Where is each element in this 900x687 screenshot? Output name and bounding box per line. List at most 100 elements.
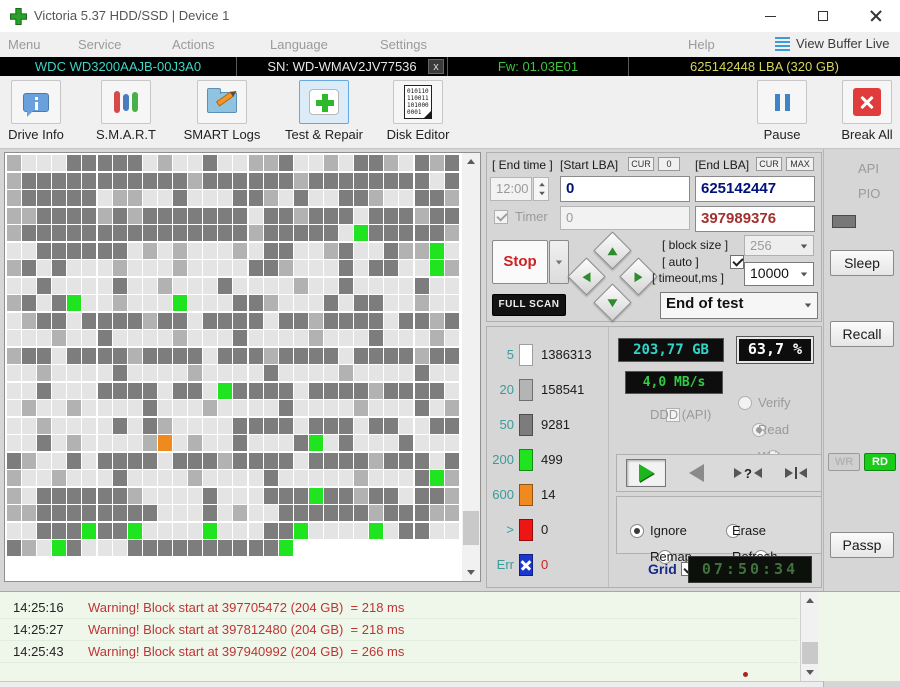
map-cell (263, 295, 278, 311)
timer-label: Timer (515, 209, 548, 224)
block-size-value: 256 (750, 238, 772, 253)
map-cell (339, 522, 354, 539)
passp-button[interactable]: Passp (830, 532, 894, 558)
scan-backward-button[interactable] (676, 459, 716, 487)
map-cell (218, 382, 233, 399)
menu-menu[interactable]: Menu (8, 37, 41, 52)
end-lba-max-button[interactable]: MAX (786, 157, 814, 171)
map-scrollbar[interactable] (462, 153, 480, 581)
seek-down-button[interactable] (593, 283, 632, 322)
map-cell (339, 242, 354, 259)
map-cell (7, 435, 21, 451)
map-cell (369, 295, 384, 311)
menu-settings[interactable]: Settings (380, 37, 427, 52)
map-cell (97, 540, 112, 556)
map-cell (67, 260, 82, 276)
log-scroll-thumb[interactable] (802, 642, 818, 664)
scroll-down-icon[interactable] (801, 664, 819, 681)
scroll-up-icon[interactable] (462, 153, 480, 170)
scroll-up-icon[interactable] (801, 592, 819, 609)
map-cell (173, 470, 188, 486)
break-all-button[interactable]: Break All (836, 80, 898, 142)
binary-line: 101000 (407, 102, 429, 109)
map-cell (157, 382, 172, 399)
start-lba-zero-button[interactable]: 0 (658, 157, 680, 171)
drive-info-button[interactable]: Drive Info (4, 80, 68, 142)
map-cell (354, 470, 369, 486)
map-cell (7, 207, 21, 224)
view-buffer-live-button[interactable]: View Buffer Live (775, 36, 889, 51)
map-cell (339, 277, 354, 294)
map-cell (82, 470, 97, 486)
close-button[interactable] (853, 0, 899, 32)
map-cell (67, 522, 82, 539)
start-lba-field[interactable]: 0 (560, 176, 690, 202)
map-cell (82, 540, 97, 556)
stop-button[interactable]: Stop (492, 240, 548, 284)
map-cell (157, 452, 172, 469)
seek-left-button[interactable] (567, 257, 606, 296)
map-cell (233, 172, 248, 189)
map-cell (263, 505, 278, 521)
map-cell (82, 400, 97, 416)
map-cell (203, 470, 218, 486)
map-cell (429, 452, 444, 469)
map-cell (354, 312, 369, 329)
map-cell (429, 172, 444, 189)
auto-checkbox[interactable] (730, 254, 745, 269)
map-cell (157, 225, 172, 241)
map-cell (157, 540, 172, 556)
mode-radio-verify (738, 395, 752, 410)
seek-up-button[interactable] (593, 231, 632, 270)
map-cell (399, 172, 414, 189)
end-lba-cur-button[interactable]: CUR (756, 157, 782, 171)
scan-to-end-button[interactable] (776, 459, 816, 487)
map-cell (354, 225, 369, 241)
scroll-down-icon[interactable] (462, 564, 480, 581)
map-cell (323, 312, 338, 329)
action-radio-ignore[interactable] (630, 523, 644, 538)
menu-language[interactable]: Language (270, 37, 328, 52)
start-lba-cur-button[interactable]: CUR (628, 157, 654, 171)
map-scroll-thumb[interactable] (463, 511, 479, 545)
map-cell (82, 487, 97, 504)
map-cell (293, 295, 308, 311)
map-cell (429, 225, 444, 241)
map-cell (82, 260, 97, 276)
map-cell (233, 207, 248, 224)
serial-close-button[interactable]: x (428, 59, 444, 74)
smart-logs-button[interactable]: SMART Logs (180, 80, 264, 142)
map-cell (399, 295, 414, 311)
map-cell (444, 365, 459, 381)
menu-actions[interactable]: Actions (172, 37, 215, 52)
full-scan-button[interactable]: FULL SCAN (492, 294, 566, 316)
sleep-button[interactable]: Sleep (830, 250, 894, 276)
map-cell (97, 365, 112, 381)
map-cell (22, 365, 37, 381)
minimize-button[interactable] (747, 0, 793, 32)
map-cell (399, 400, 414, 416)
recall-button[interactable]: Recall (830, 321, 894, 347)
map-cell (67, 155, 82, 171)
map-cell (157, 260, 172, 276)
map-cell (218, 347, 233, 364)
stop-dropdown-button[interactable] (549, 240, 569, 284)
map-cell (323, 347, 338, 364)
log-scrollbar[interactable] (800, 592, 818, 681)
pause-button[interactable]: Pause (752, 80, 812, 142)
maximize-button[interactable] (800, 0, 846, 32)
timeout-select[interactable]: 10000 (744, 262, 814, 286)
scan-jump-button[interactable]: ? (728, 459, 768, 487)
end-lba-field[interactable]: 625142447 (695, 176, 815, 202)
minimize-icon (764, 15, 776, 17)
rd-button[interactable]: RD (864, 453, 896, 471)
scan-forward-button[interactable] (626, 459, 666, 487)
end-of-test-select[interactable]: End of test (660, 292, 818, 319)
disk-editor-button[interactable]: 010110 110011 101000 0001 Disk Editor (384, 80, 452, 142)
menu-service[interactable]: Service (78, 37, 121, 52)
menu-help[interactable]: Help (688, 37, 715, 52)
test-repair-button[interactable]: Test & Repair (278, 80, 370, 142)
map-cell (97, 295, 112, 311)
smart-button[interactable]: S.M.A.R.T (92, 80, 160, 142)
map-cell (339, 190, 354, 206)
